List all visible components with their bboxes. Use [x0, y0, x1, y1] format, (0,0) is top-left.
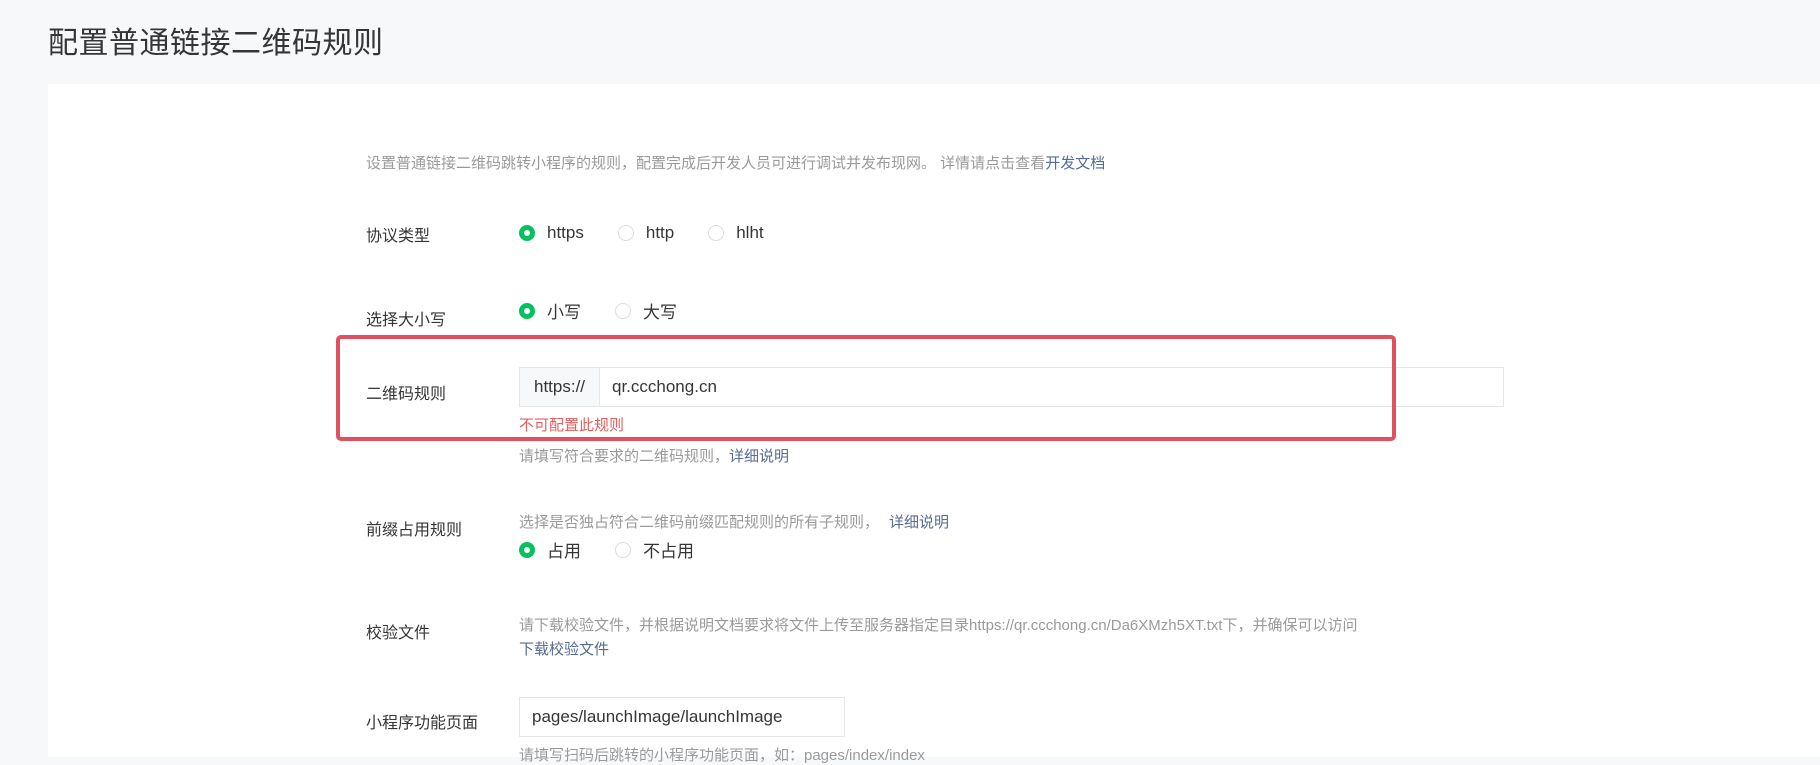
- qr-rule-label: 二维码规则: [366, 386, 447, 403]
- dev-docs-link[interactable]: 开发文档: [1045, 155, 1105, 172]
- qr-rule-error: 不可配置此规则: [519, 417, 625, 434]
- qr-rule-tip: 请填写符合要求的二维码规则，详细说明: [519, 445, 789, 466]
- radio-unchecked-icon: [615, 541, 631, 558]
- protocol-radio-group: https http hlht: [519, 223, 764, 243]
- radio-unchecked-icon: [708, 225, 725, 241]
- verify-file-tip: 请下载校验文件，并根据说明文档要求将文件上传至服务器指定目录https://qr…: [519, 617, 1358, 634]
- radio-checked-icon: [519, 225, 535, 241]
- radio-label: 小写: [547, 303, 581, 322]
- mini-page-tip: 请填写扫码后跳转的小程序功能页面，如：pages/index/index: [519, 747, 925, 764]
- radio-checked-icon: [519, 541, 535, 558]
- prefix-rule-tip-text: 选择是否独占符合二维码前缀匹配规则的所有子规则，: [519, 514, 880, 531]
- prefix-rule-radio-group: 占用 不占用: [519, 537, 694, 562]
- description-text: 设置普通链接二维码跳转小程序的规则，配置完成后开发人员可进行调试并发布现网。 详…: [366, 155, 1046, 172]
- protocol-radio-http[interactable]: http: [617, 223, 675, 243]
- radio-unchecked-icon: [615, 302, 631, 319]
- page-title: 配置普通链接二维码规则: [48, 27, 384, 60]
- qr-rule-input[interactable]: [600, 368, 1503, 406]
- radio-label: 不占用: [643, 542, 694, 561]
- radio-label: https: [547, 223, 584, 242]
- prefix-rule-tip: 选择是否独占符合二维码前缀匹配规则的所有子规则， 详细说明: [519, 511, 949, 532]
- prefix-rule-detail-link[interactable]: 详细说明: [889, 514, 949, 531]
- page-description: 设置普通链接二维码跳转小程序的规则，配置完成后开发人员可进行调试并发布现网。 详…: [366, 152, 1105, 173]
- protocol-radio-https[interactable]: https: [519, 223, 584, 243]
- case-radio-uppercase[interactable]: 大写: [615, 298, 677, 323]
- prefix-radio-not-occupy[interactable]: 不占用: [615, 537, 694, 562]
- mini-page-label: 小程序功能页面: [366, 715, 479, 732]
- radio-label: http: [645, 223, 675, 242]
- case-radio-lowercase[interactable]: 小写: [519, 298, 581, 323]
- qr-rule-input-group: https://: [519, 367, 1504, 407]
- form-card: [48, 84, 1820, 757]
- case-label: 选择大小写: [366, 312, 447, 329]
- protocol-label: 协议类型: [366, 228, 431, 245]
- qr-rule-detail-link[interactable]: 详细说明: [729, 448, 789, 465]
- radio-checked-icon: [519, 302, 535, 319]
- qr-rule-prefix: https://: [520, 368, 600, 406]
- prefix-radio-occupy[interactable]: 占用: [519, 537, 581, 562]
- radio-label: 占用: [547, 542, 581, 561]
- radio-unchecked-icon: [617, 225, 634, 241]
- download-verify-file-link[interactable]: 下载校验文件: [519, 638, 609, 659]
- verify-file-label: 校验文件: [366, 625, 431, 642]
- case-radio-group: 小写 大写: [519, 298, 677, 323]
- protocol-radio-hlht[interactable]: hlht: [708, 223, 764, 243]
- radio-label: 大写: [643, 303, 677, 322]
- mini-page-input[interactable]: [519, 697, 845, 737]
- qr-rule-tip-text: 请填写符合要求的二维码规则，: [519, 448, 730, 465]
- radio-label: hlht: [736, 223, 764, 242]
- prefix-rule-label: 前缀占用规则: [366, 522, 463, 539]
